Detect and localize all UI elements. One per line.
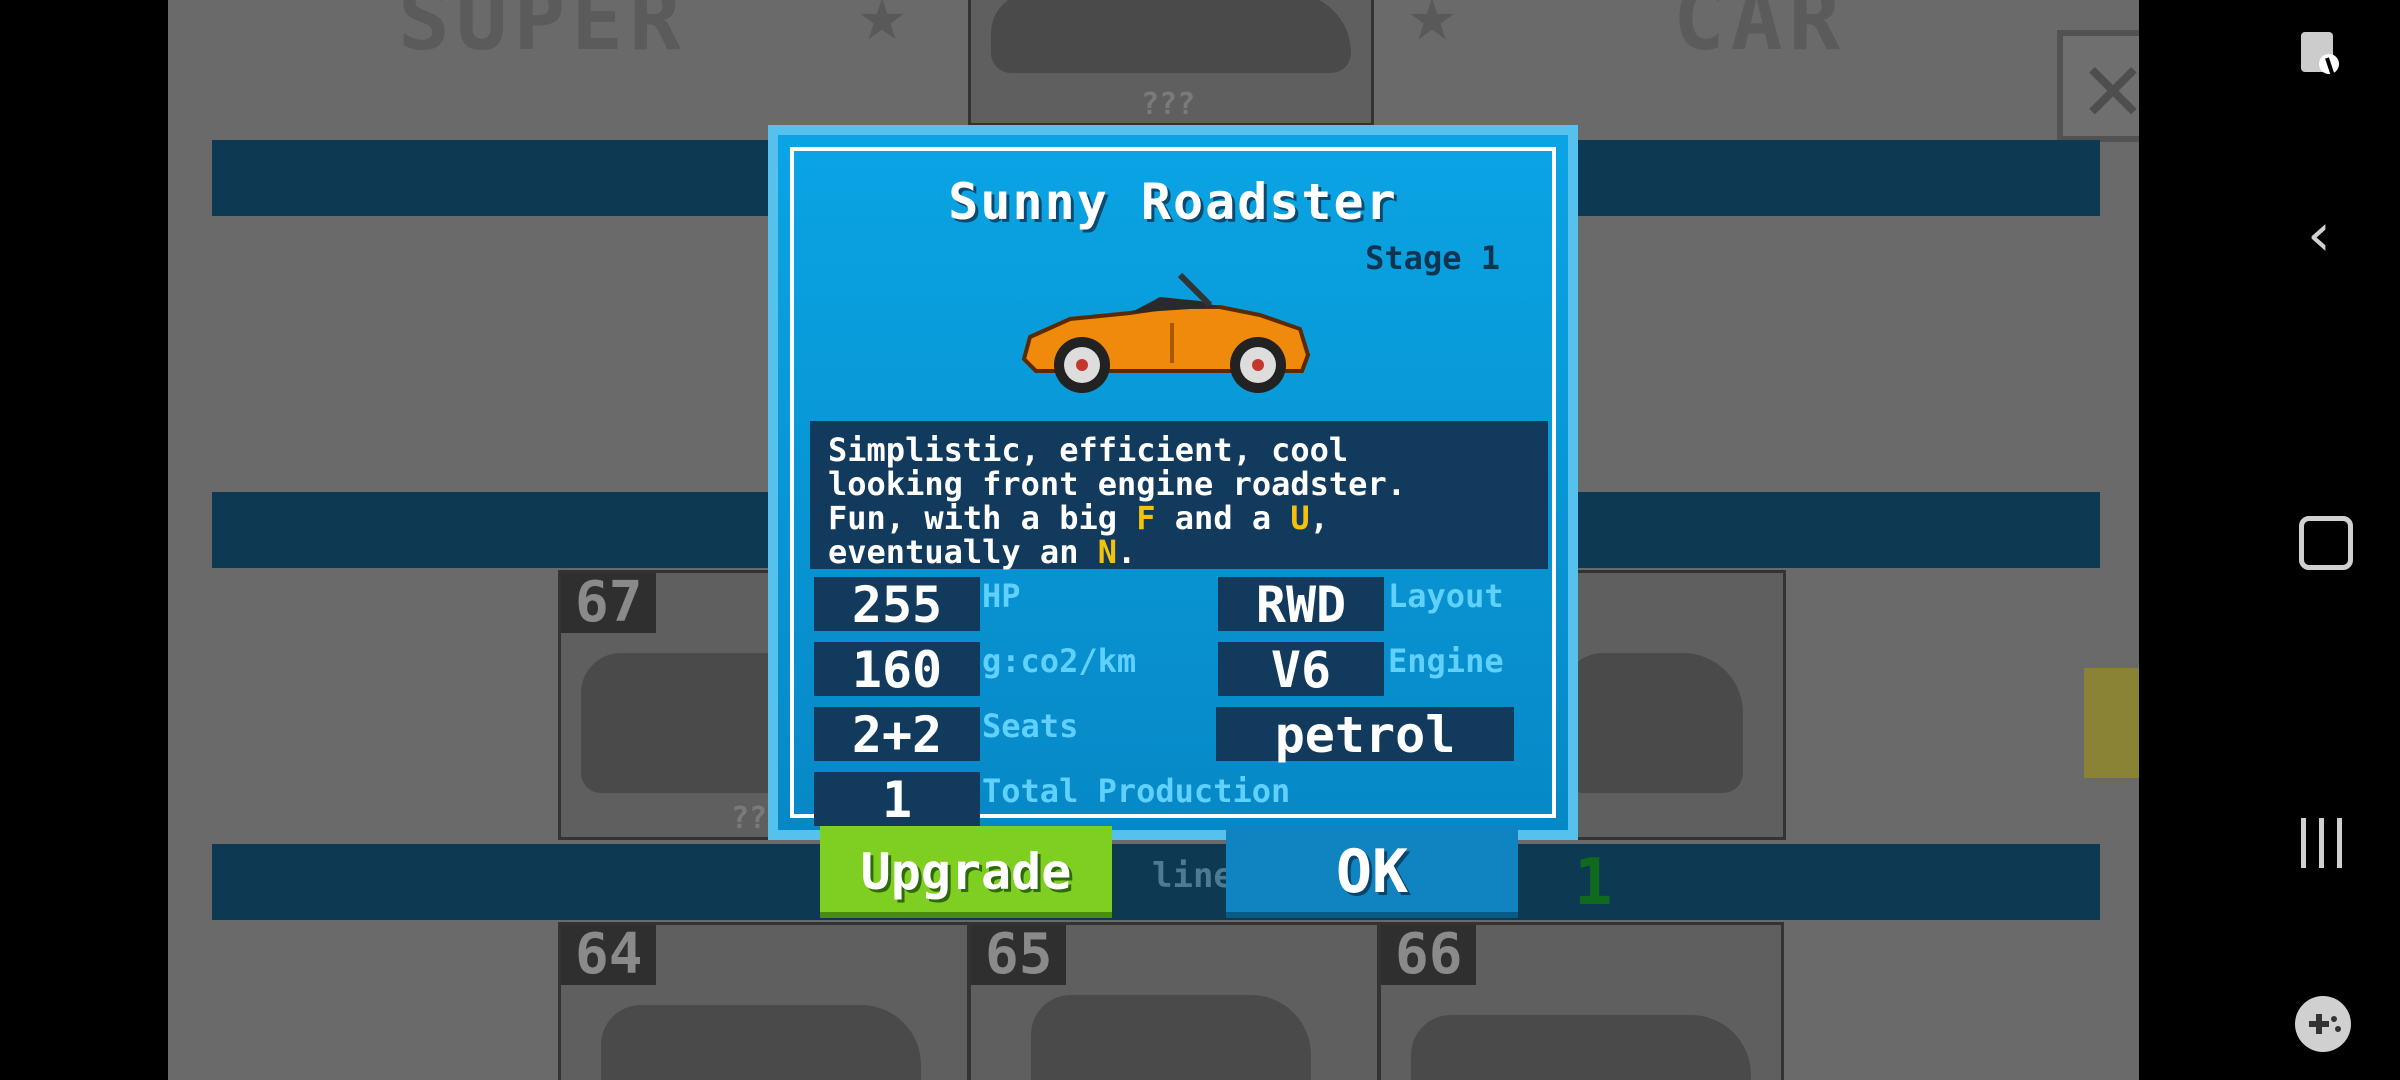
car-silhouette-icon: [1031, 995, 1311, 1080]
side-tab[interactable]: [2084, 668, 2139, 778]
locked-car-card[interactable]: ???: [968, 0, 1374, 126]
co2-value: 160: [814, 642, 980, 698]
card-number: 65: [971, 925, 1067, 985]
home-icon[interactable]: [2299, 516, 2353, 570]
game-controller-icon[interactable]: [2295, 996, 2351, 1052]
hp-value: 255: [814, 577, 980, 633]
hp-label: HP: [982, 577, 1021, 615]
bg-title-left: SUPER: [398, 0, 687, 70]
car-card-65[interactable]: 65: [968, 922, 1380, 1080]
card-number: 64: [561, 925, 657, 985]
back-icon[interactable]: ‹: [2289, 200, 2349, 270]
card-number: 66: [1381, 925, 1477, 985]
close-icon[interactable]: ✕: [2057, 30, 2139, 142]
car-info-dialog: Sunny Roadster Stage 1 Simplistic, effic…: [768, 125, 1578, 840]
star-icon: ★: [858, 0, 907, 59]
car-card-66[interactable]: 66: [1378, 922, 1784, 1080]
seats-label: Seats: [982, 707, 1079, 745]
car-silhouette-icon: [991, 0, 1351, 73]
production-label: Total Production: [982, 772, 1291, 810]
bg-title-right: CAR: [1673, 0, 1847, 70]
car-silhouette-icon: [601, 1005, 921, 1080]
car-card-68[interactable]: [1550, 570, 1786, 840]
recents-icon[interactable]: [2301, 818, 2345, 868]
layout-label: Layout: [1388, 577, 1504, 615]
production-value: 1: [814, 772, 980, 828]
band-count: 1: [1574, 846, 1613, 920]
engine-value: V6: [1218, 642, 1384, 698]
category-band: line t 1: [212, 844, 2100, 920]
star-icon: ★: [1408, 0, 1457, 59]
stage-label: Stage 1: [1365, 239, 1500, 277]
card-number: 67: [561, 573, 657, 633]
layout-value: RWD: [1218, 577, 1384, 633]
fuel-value: petrol: [1216, 707, 1514, 763]
car-silhouette-icon: [1563, 653, 1743, 793]
screenshot-edit-icon[interactable]: [2299, 30, 2345, 86]
ok-button[interactable]: OK: [1226, 826, 1518, 918]
system-nav-bar: ‹: [2139, 0, 2400, 1080]
car-image: [1021, 272, 1311, 393]
engine-label: Engine: [1388, 642, 1504, 680]
car-description: Simplistic, efficient, cool looking fron…: [810, 421, 1548, 569]
upgrade-button[interactable]: Upgrade: [820, 826, 1112, 918]
locked-label: ???: [1141, 87, 1196, 122]
seats-value: 2+2: [814, 707, 980, 763]
car-card-64[interactable]: 64: [558, 922, 970, 1080]
car-silhouette-icon: [1411, 1015, 1751, 1080]
co2-label: g:co2/km: [982, 642, 1137, 680]
car-title: Sunny Roadster: [948, 173, 1398, 231]
door-line: [1170, 323, 1174, 363]
